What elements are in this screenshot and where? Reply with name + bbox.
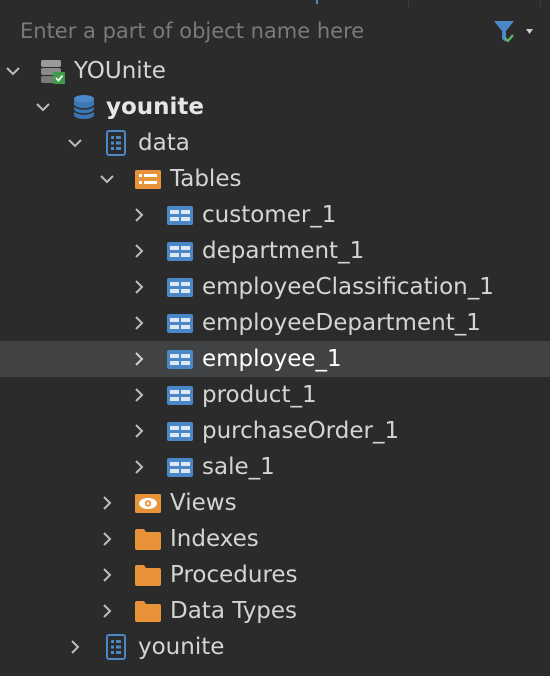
table-row[interactable]: purchaseOrder_1	[0, 413, 550, 449]
chevron-right-icon[interactable]	[98, 530, 116, 548]
toolbar-divider	[408, 0, 409, 8]
chevron-right-icon[interactable]	[98, 602, 116, 620]
toolbar-indicator	[316, 0, 318, 4]
folder-icon	[135, 565, 161, 586]
table-label: purchaseOrder_1	[202, 418, 400, 444]
table-icon	[167, 350, 193, 369]
table-row[interactable]: department_1	[0, 233, 550, 269]
table-row[interactable]: sale_1	[0, 449, 550, 485]
server-database-icon	[41, 60, 65, 84]
database-label: younite	[106, 94, 205, 120]
chevron-right-icon[interactable]	[98, 566, 116, 584]
table-icon	[167, 242, 193, 261]
tree-node-schema-data[interactable]: data	[0, 125, 550, 161]
tree-node-database[interactable]: younite	[0, 89, 550, 125]
chevron-right-icon[interactable]	[98, 494, 116, 512]
tables-folder-icon	[135, 170, 161, 189]
table-row[interactable]: customer_1	[0, 197, 550, 233]
schema-icon	[106, 130, 126, 156]
database-icon	[73, 95, 95, 119]
views-folder-icon	[135, 494, 161, 513]
table-label: sale_1	[202, 454, 275, 480]
tree-node-views-folder[interactable]: Views	[0, 485, 550, 521]
chevron-down-icon[interactable]	[66, 134, 84, 152]
chevron-right-icon[interactable]	[130, 314, 148, 332]
table-label: department_1	[202, 238, 365, 264]
tree-node-tables-folder[interactable]: Tables	[0, 161, 550, 197]
table-icon	[167, 314, 193, 333]
chevron-right-icon[interactable]	[66, 638, 84, 656]
folder-label: Procedures	[170, 562, 298, 588]
chevron-right-icon[interactable]	[130, 386, 148, 404]
chevron-right-icon[interactable]	[130, 278, 148, 296]
chevron-right-icon[interactable]	[130, 458, 148, 476]
tree-node-data-types-folder[interactable]: Data Types	[0, 593, 550, 629]
table-row[interactable]: employeeClassification_1	[0, 269, 550, 305]
table-row[interactable]: employeeDepartment_1	[0, 305, 550, 341]
table-icon	[167, 422, 193, 441]
chevron-down-icon[interactable]	[34, 98, 52, 116]
folder-label: Data Types	[170, 598, 298, 624]
table-label: employeeClassification_1	[202, 274, 494, 300]
table-label: employeeDepartment_1	[202, 310, 481, 336]
chevron-right-icon[interactable]	[130, 242, 148, 260]
table-label: customer_1	[202, 202, 337, 228]
tree-node-indexes-folder[interactable]: Indexes	[0, 521, 550, 557]
tree-node-schema-younite[interactable]: younite	[0, 629, 550, 665]
filter-settings-icon[interactable]	[492, 18, 534, 46]
table-icon	[167, 386, 193, 405]
connection-label: YOUnite	[74, 58, 166, 84]
top-toolbar-edge	[0, 0, 550, 12]
chevron-down-icon[interactable]	[98, 170, 116, 188]
tree-node-procedures-folder[interactable]: Procedures	[0, 557, 550, 593]
folder-icon	[135, 601, 161, 622]
folder-icon	[135, 529, 161, 550]
table-row[interactable]: product_1	[0, 377, 550, 413]
table-row-selected[interactable]: employee_1	[0, 341, 550, 377]
chevron-right-icon[interactable]	[130, 206, 148, 224]
chevron-right-icon[interactable]	[130, 350, 148, 368]
table-icon	[167, 278, 193, 297]
table-icon	[167, 206, 193, 225]
toolbar-divider	[540, 0, 541, 8]
folder-label: Views	[170, 490, 237, 516]
chevron-right-icon[interactable]	[130, 422, 148, 440]
tree-node-connection[interactable]: YOUnite	[0, 53, 550, 89]
schema-icon	[106, 634, 126, 660]
object-name-search-input[interactable]	[10, 16, 500, 46]
table-icon	[167, 458, 193, 477]
table-label: employee_1	[202, 346, 342, 372]
object-search-bar	[0, 14, 550, 50]
chevron-down-icon[interactable]	[4, 62, 22, 80]
tables-folder-label: Tables	[170, 166, 242, 192]
folder-label: Indexes	[170, 526, 259, 552]
table-label: product_1	[202, 382, 317, 408]
schema-label: data	[138, 130, 190, 156]
schema-label: younite	[138, 634, 225, 660]
